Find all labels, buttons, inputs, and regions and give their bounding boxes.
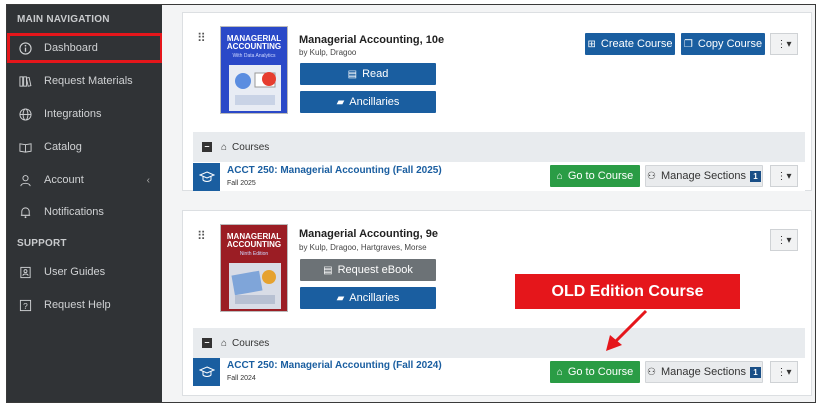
- book-card: ⠿ MANAGERIAL ACCOUNTING With Data Analyt…: [182, 12, 812, 191]
- user-guide-icon: [18, 265, 32, 279]
- sidebar-item-integrations[interactable]: Integrations: [7, 99, 162, 129]
- sidebar-item-label: Dashboard: [44, 42, 98, 54]
- sidebar-item-label: User Guides: [44, 266, 106, 278]
- course-link[interactable]: ACCT 250: Managerial Accounting (Fall 20…: [227, 360, 442, 371]
- go-to-course-button[interactable]: ⌂ Go to Course: [550, 361, 640, 383]
- book-authors: by Kulp, Dragoo: [299, 48, 357, 57]
- manage-sections-button[interactable]: ⚇ Manage Sections 1: [645, 165, 763, 187]
- sidebar-item-label: Account: [44, 174, 84, 186]
- book-icon: ▤: [323, 264, 333, 276]
- sidebar-item-request-help[interactable]: ? Request Help: [7, 290, 162, 320]
- book-cover: MANAGERIAL ACCOUNTING With Data Analytic…: [220, 26, 288, 114]
- drag-handle-icon[interactable]: ⠿: [197, 31, 206, 45]
- plus-square-icon: ⊞: [587, 38, 596, 50]
- course-term: Fall 2025: [227, 180, 256, 187]
- callout-arrow-icon: [606, 309, 648, 351]
- svg-text:?: ?: [23, 300, 28, 310]
- sidebar-item-label: Request Help: [44, 299, 111, 311]
- go-to-course-button[interactable]: ⌂ Go to Course: [550, 165, 640, 187]
- bell-icon: [18, 205, 32, 219]
- book-options-menu[interactable]: ⋮▾: [770, 33, 798, 55]
- graduation-cap-icon: [193, 358, 220, 386]
- info-circle-icon: [18, 41, 32, 55]
- app-frame: MAIN NAVIGATION Dashboard Request Materi…: [6, 4, 816, 403]
- help-icon: ?: [18, 298, 32, 312]
- copy-icon: ❐: [683, 38, 693, 50]
- ancillaries-button[interactable]: ▰ Ancillaries: [300, 287, 436, 309]
- manage-sections-button[interactable]: ⚇ Manage Sections 1: [645, 361, 763, 383]
- globe-icon: [18, 107, 32, 121]
- graduation-cap-icon: ⌂: [556, 170, 563, 182]
- folder-icon: ▰: [336, 96, 345, 108]
- drag-handle-icon[interactable]: ⠿: [197, 229, 206, 243]
- courses-header: – ⌂ Courses: [193, 132, 805, 162]
- sidebar-item-account[interactable]: Account ‹: [7, 165, 162, 195]
- old-edition-callout: OLD Edition Course: [515, 274, 740, 309]
- book-options-menu[interactable]: ⋮▾: [770, 229, 798, 251]
- cover-art-icon: [229, 65, 281, 111]
- open-book-icon: [18, 140, 32, 154]
- sidebar-item-dashboard[interactable]: Dashboard: [7, 33, 163, 63]
- cover-art-icon: [229, 263, 281, 309]
- users-icon: ⚇: [647, 366, 656, 378]
- sidebar-item-user-guides[interactable]: User Guides: [7, 257, 162, 287]
- request-ebook-button[interactable]: ▤ Request eBook: [300, 259, 436, 281]
- sidebar: MAIN NAVIGATION Dashboard Request Materi…: [7, 5, 163, 402]
- copy-course-button[interactable]: ❐ Copy Course: [681, 33, 765, 55]
- course-link[interactable]: ACCT 250: Managerial Accounting (Fall 20…: [227, 165, 442, 176]
- course-options-menu[interactable]: ⋮▾: [770, 361, 798, 383]
- collapse-icon[interactable]: –: [202, 338, 212, 348]
- graduation-cap-icon: ⌂: [556, 366, 563, 378]
- book-icon: ▤: [347, 68, 358, 80]
- graduation-cap-icon: ⌂: [221, 141, 228, 153]
- main-content: ⠿ MANAGERIAL ACCOUNTING With Data Analyt…: [162, 5, 815, 402]
- graduation-cap-icon: ⌂: [221, 337, 228, 349]
- sidebar-item-label: Notifications: [44, 206, 104, 218]
- ancillaries-button[interactable]: ▰ Ancillaries: [300, 91, 436, 113]
- course-term: Fall 2024: [227, 375, 256, 382]
- course-row: ACCT 250: Managerial Accounting (Fall 20…: [193, 358, 805, 386]
- user-icon: [18, 173, 32, 187]
- chevron-left-icon[interactable]: ‹: [147, 175, 150, 186]
- sidebar-header-main: MAIN NAVIGATION: [17, 14, 110, 25]
- sidebar-item-label: Request Materials: [44, 75, 133, 87]
- graduation-cap-icon: [193, 163, 220, 191]
- book-authors: by Kulp, Dragoo, Hartgraves, Morse: [299, 243, 427, 252]
- sidebar-item-notifications[interactable]: Notifications: [7, 197, 162, 227]
- create-course-button[interactable]: ⊞ Create Course: [585, 33, 675, 55]
- course-options-menu[interactable]: ⋮▾: [770, 165, 798, 187]
- collapse-icon[interactable]: –: [202, 142, 212, 152]
- folder-icon: ▰: [336, 292, 345, 304]
- books-icon: [18, 74, 32, 88]
- sections-count-badge: 1: [749, 366, 761, 378]
- book-title: Managerial Accounting, 9e: [299, 228, 438, 240]
- sidebar-item-request-materials[interactable]: Request Materials: [7, 66, 162, 96]
- users-icon: ⚇: [647, 170, 656, 182]
- read-button[interactable]: ▤ Read: [300, 63, 436, 85]
- course-row: ACCT 250: Managerial Accounting (Fall 20…: [193, 163, 805, 191]
- sidebar-item-catalog[interactable]: Catalog: [7, 132, 162, 162]
- sidebar-item-label: Catalog: [44, 141, 82, 153]
- courses-header: – ⌂ Courses: [193, 328, 805, 358]
- book-cover: MANAGERIAL ACCOUNTING Ninth Edition: [220, 224, 288, 312]
- sidebar-header-support: SUPPORT: [17, 238, 67, 249]
- sections-count-badge: 1: [749, 170, 761, 182]
- sidebar-item-label: Integrations: [44, 108, 102, 120]
- book-title: Managerial Accounting, 10e: [299, 34, 445, 46]
